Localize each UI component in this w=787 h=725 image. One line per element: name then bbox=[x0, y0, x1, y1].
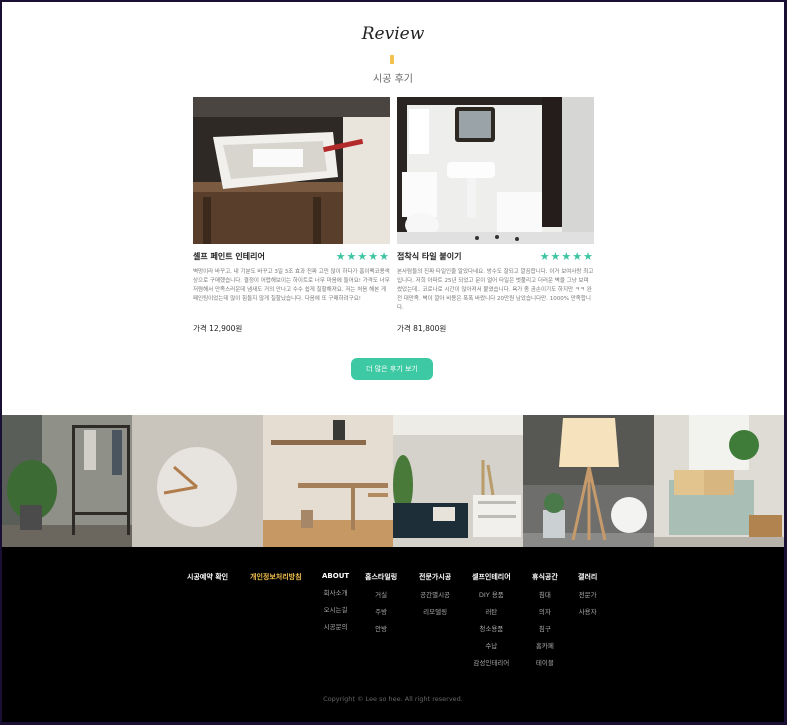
gallery-image-wall-clock[interactable] bbox=[132, 415, 263, 547]
rating-stars: ★★★★★ bbox=[539, 249, 594, 263]
footer-link[interactable]: 침대 bbox=[532, 591, 558, 599]
more-reviews-button[interactable]: 더 많은 후기 보기 bbox=[351, 358, 433, 380]
review-card[interactable]: 셀프 페인트 인테리어 ★★★★★ 벽멍이라 바꾸고, 내 기분도 바꾸고 3일… bbox=[193, 97, 390, 334]
footer-link[interactable]: 리모델링 bbox=[419, 608, 451, 616]
gallery-image-clothes-rack[interactable] bbox=[2, 415, 133, 547]
footer-link[interactable]: 침구 bbox=[532, 625, 558, 633]
card-text: 벽멍이라 바꾸고, 내 기분도 바꾸고 3일 3조 효과 진짜 고민 많이 하다… bbox=[193, 269, 390, 302]
footer-link[interactable]: 공간별시공 bbox=[419, 591, 451, 599]
footer-col-rest: 휴식공간 침대 의자 침구 홈카페 테이블 bbox=[532, 572, 558, 667]
footer-col-self-interior: 셀프인테리어 DIY 용품 러탄 청소용품 수납 감성인테리어 bbox=[472, 572, 511, 667]
footer-col-reservation: 시공예약 확인 bbox=[187, 572, 228, 582]
footer-link[interactable]: 사용자 bbox=[578, 608, 597, 616]
footer-link-privacy[interactable]: 개인정보처리방침 bbox=[250, 572, 302, 582]
copyright-text: Copyright © Lee so hee. All right reserv… bbox=[323, 695, 463, 703]
footer-link[interactable]: 청소용품 bbox=[472, 625, 511, 633]
footer-col-homestyling: 홈스타일링 거실 주방 안방 bbox=[365, 572, 397, 633]
footer-col-privacy: 개인정보처리방침 bbox=[250, 572, 302, 582]
footer-link[interactable]: 주방 bbox=[365, 608, 397, 616]
review-title: Review bbox=[361, 24, 425, 44]
footer-link[interactable]: 홈카페 bbox=[532, 642, 558, 650]
footer-col-about: ABOUT 회사소개 오시는길 시공문의 bbox=[322, 572, 349, 631]
gallery-strip bbox=[2, 415, 784, 547]
review-photo-paint bbox=[193, 97, 390, 244]
title-accent-bar bbox=[390, 55, 394, 64]
footer-link-reservation[interactable]: 시공예약 확인 bbox=[187, 572, 228, 582]
footer-heading-gallery[interactable]: 갤러리 bbox=[578, 572, 597, 582]
footer-heading-homestyling[interactable]: 홈스타일링 bbox=[365, 572, 397, 582]
card-title: 셀프 페인트 인테리어 bbox=[193, 251, 265, 261]
card-price: 가격 12,900원 bbox=[193, 324, 243, 333]
card-title: 접착식 타일 붙이기 bbox=[397, 251, 462, 261]
review-subtitle: 시공 후기 bbox=[373, 74, 413, 85]
rating-stars: ★★★★★ bbox=[335, 249, 390, 263]
footer-link[interactable]: 러탄 bbox=[472, 608, 511, 616]
review-photo-bathroom bbox=[397, 97, 594, 244]
gallery-image-lamp[interactable] bbox=[523, 415, 654, 547]
gallery-image-desk[interactable] bbox=[262, 415, 393, 547]
footer-heading-self-interior[interactable]: 셀프인테리어 bbox=[472, 572, 511, 582]
review-card[interactable]: 접착식 타일 붙이기 ★★★★★ 본사탐들의 진짜 타일인줄 알았다네요. 방수… bbox=[397, 97, 594, 334]
footer: 시공예약 확인 개인정보처리방침 ABOUT 회사소개 오시는길 시공문의 홈스… bbox=[2, 547, 784, 722]
footer-link[interactable]: DIY 용품 bbox=[472, 591, 511, 599]
footer-heading-about[interactable]: ABOUT bbox=[322, 572, 349, 580]
footer-link[interactable]: 전문가 bbox=[578, 591, 597, 599]
card-text: 본사탐들의 진짜 타일인줄 알았다네요. 방수도 잘되고 깔끔합니다. 이거 보… bbox=[397, 269, 594, 311]
footer-link[interactable]: 감성인테리어 bbox=[472, 659, 511, 667]
footer-link[interactable]: 의자 bbox=[532, 608, 558, 616]
footer-link[interactable]: 안방 bbox=[365, 625, 397, 633]
footer-heading-expert[interactable]: 전문가시공 bbox=[419, 572, 451, 582]
footer-link[interactable]: 테이블 bbox=[532, 659, 558, 667]
card-price: 가격 81,800원 bbox=[397, 324, 447, 333]
gallery-image-sofa[interactable] bbox=[392, 415, 524, 547]
page: Review 시공 후기 셀프 페인트 인테리어 ★★★★★ 벽멍이라 바꾸고,… bbox=[2, 2, 784, 722]
footer-heading-rest[interactable]: 휴식공간 bbox=[532, 572, 558, 582]
footer-link[interactable]: 회사소개 bbox=[322, 589, 349, 597]
footer-link[interactable]: 시공문의 bbox=[322, 623, 349, 631]
footer-col-gallery: 갤러리 전문가 사용자 bbox=[578, 572, 597, 616]
footer-col-expert: 전문가시공 공간별시공 리모델링 bbox=[419, 572, 451, 616]
gallery-image-armchair[interactable] bbox=[653, 415, 784, 547]
footer-link[interactable]: 오시는길 bbox=[322, 606, 349, 614]
footer-link[interactable]: 거실 bbox=[365, 591, 397, 599]
footer-link[interactable]: 수납 bbox=[472, 642, 511, 650]
